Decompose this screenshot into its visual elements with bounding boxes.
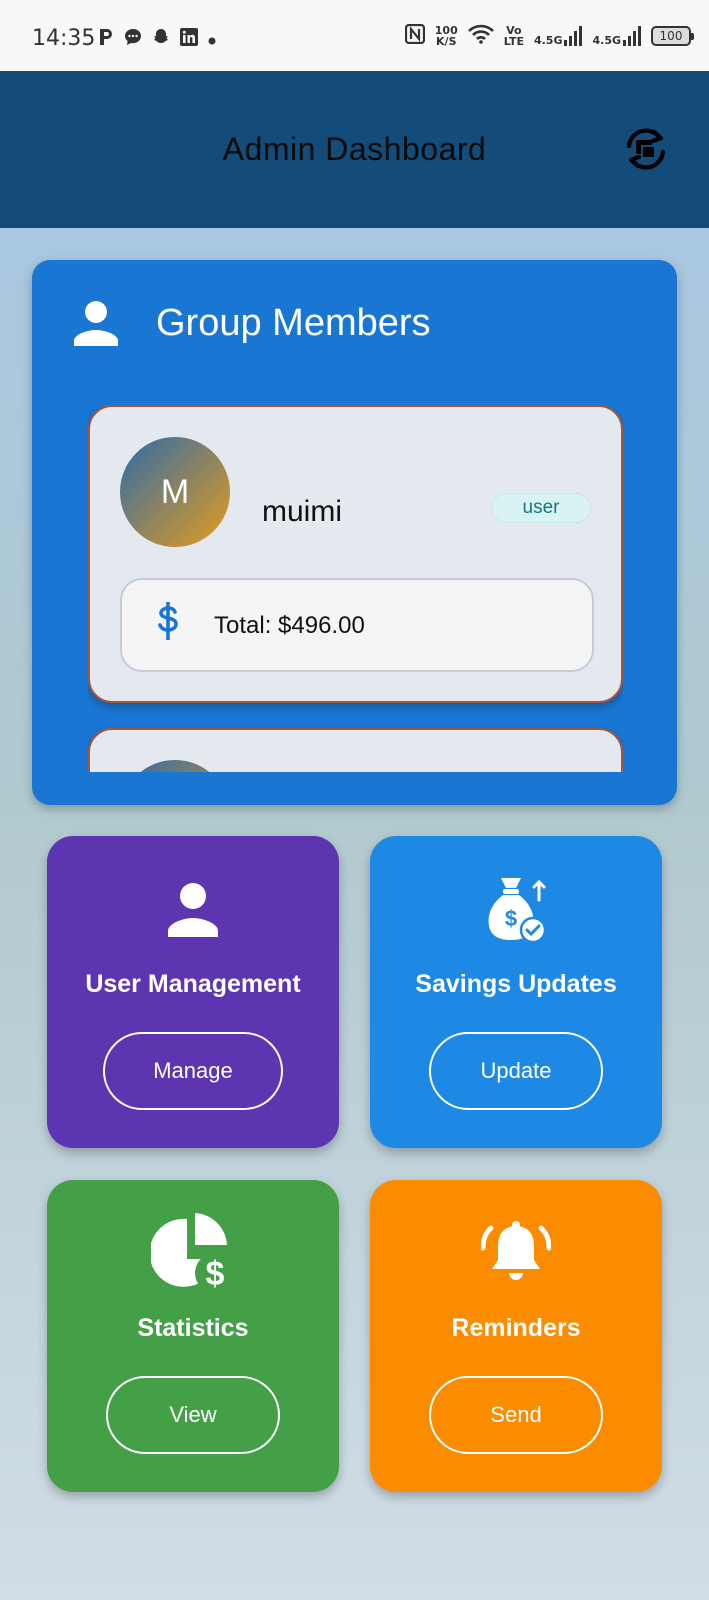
linkedin-notification-icon (180, 28, 198, 51)
bell-icon (481, 1221, 551, 1280)
page-title: Admin Dashboard (222, 131, 487, 167)
switch-icon (626, 128, 666, 170)
app-bar: Admin Dashboard (0, 71, 709, 228)
avatar: M (120, 437, 230, 547)
person-icon (168, 883, 218, 937)
role-badge: user (491, 493, 591, 523)
signal-2: 4.5G (592, 26, 641, 46)
dollar-icon (156, 601, 180, 650)
p-notification-icon (98, 28, 114, 51)
update-button[interactable]: Update (429, 1032, 603, 1110)
member-total: Total: $496.00 (214, 612, 365, 639)
user-management-title: User Management (85, 970, 301, 998)
member-name: muimi (262, 495, 342, 528)
group-members-card: Group Members M muimi user Total: $496.0… (32, 260, 677, 805)
savings-updates-title: Savings Updates (415, 970, 617, 998)
switch-view-button[interactable] (620, 123, 672, 175)
member-card[interactable]: M muimi user Total: $496.00 (88, 405, 623, 703)
battery-indicator: 100 (651, 26, 694, 46)
group-members-title: Group Members (156, 301, 431, 344)
savings-updates-tile: $ Savings Updates Update (370, 836, 662, 1148)
avatar (120, 760, 230, 772)
svg-text:$: $ (505, 906, 517, 931)
chat-notification-icon (124, 28, 142, 51)
notification-icons (98, 28, 216, 51)
nfc-icon (404, 23, 425, 48)
signal-bars-icon (564, 26, 583, 46)
wifi-icon (467, 24, 494, 48)
more-notifications-dot-icon (208, 29, 216, 50)
manage-button[interactable]: Manage (103, 1032, 283, 1110)
person-icon (74, 301, 118, 346)
statistics-title: Statistics (137, 1314, 249, 1342)
volte-indicator: Vo LTE (503, 24, 524, 48)
money-bag-icon: $ (488, 878, 547, 944)
network-speed: 100 K/S (434, 24, 458, 48)
pie-chart-dollar-icon: $ (151, 1213, 235, 1293)
member-card[interactable] (88, 728, 623, 772)
reminders-tile: Reminders Send (370, 1180, 662, 1492)
status-bar: 14:35 100 K/S Vo LTE 4.5G 4.5G 100 (0, 0, 709, 71)
user-management-tile: User Management Manage (47, 836, 339, 1148)
svg-text:$: $ (206, 1255, 225, 1293)
send-button[interactable]: Send (429, 1376, 603, 1454)
view-button[interactable]: View (106, 1376, 280, 1454)
statistics-tile: $ Statistics View (47, 1180, 339, 1492)
snapchat-notification-icon (152, 28, 170, 51)
group-members-header: Group Members (72, 300, 431, 346)
signal-1: 4.5G (534, 26, 583, 46)
reminders-title: Reminders (451, 1314, 581, 1342)
members-list[interactable]: M muimi user Total: $496.00 (88, 405, 623, 772)
signal-bars-icon (623, 26, 641, 46)
member-total-box: Total: $496.00 (120, 578, 594, 672)
status-time: 14:35 (32, 26, 96, 51)
